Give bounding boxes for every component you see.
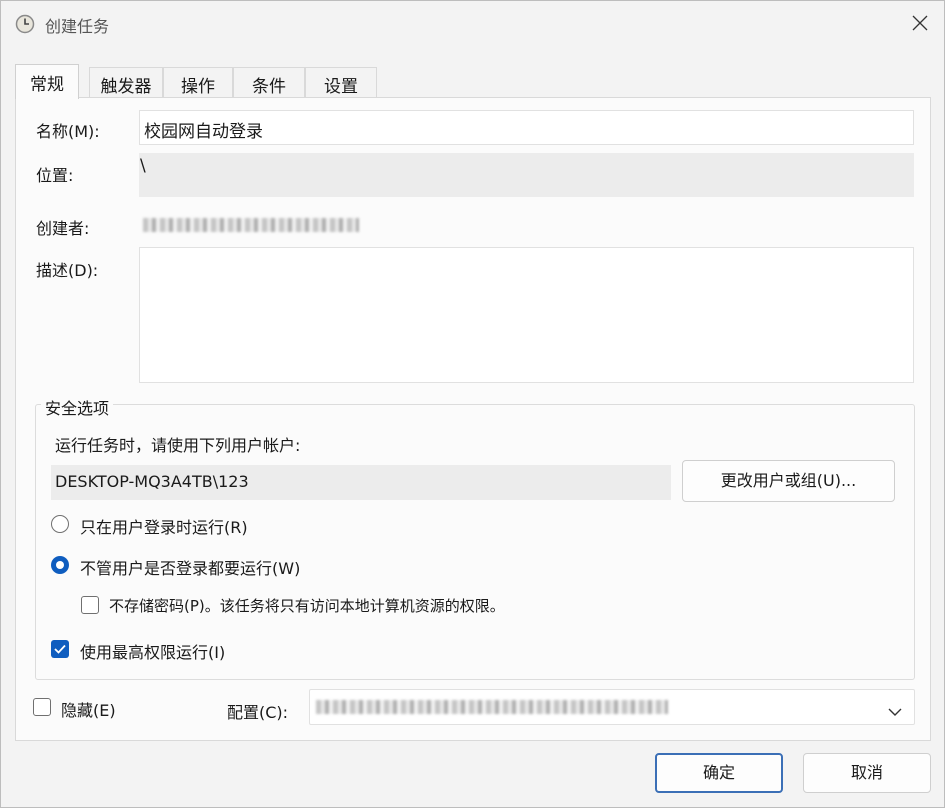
- author-label: 创建者:: [36, 219, 90, 238]
- location-field: \: [139, 153, 914, 197]
- chevron-down-icon: [888, 702, 902, 721]
- checkmark-icon: [54, 644, 66, 654]
- configure-value-redacted: [316, 700, 668, 714]
- title-bar[interactable]: 创建任务: [1, 1, 944, 47]
- clock-icon: [15, 14, 35, 34]
- radio-run-logged-on-only-label[interactable]: 只在用户登录时运行(R): [80, 514, 248, 538]
- checkbox-highest-privileges-label[interactable]: 使用最高权限运行(I): [80, 639, 225, 663]
- radio-run-whether-logged-on-label[interactable]: 不管用户是否登录都要运行(W): [80, 555, 300, 579]
- tab-conditions[interactable]: 条件: [233, 67, 305, 98]
- ok-button[interactable]: 确定: [655, 753, 783, 793]
- account-value: DESKTOP-MQ3A4TB\123: [55, 472, 249, 491]
- tab-actions[interactable]: 操作: [163, 67, 233, 98]
- tab-triggers[interactable]: 触发器: [89, 67, 163, 98]
- checkbox-hidden[interactable]: [33, 698, 51, 716]
- checkbox-highest-privileges[interactable]: [51, 640, 69, 658]
- tab-general[interactable]: 常规: [15, 64, 79, 99]
- create-task-dialog: 创建任务 常规 触发器 操作 条件 设置 名称(M): 校园网自动登录 位置: …: [0, 0, 945, 808]
- checkbox-hidden-label[interactable]: 隐藏(E): [61, 697, 116, 721]
- cancel-button[interactable]: 取消: [803, 753, 931, 793]
- tab-strip: 常规 触发器 操作 条件 设置: [15, 64, 377, 99]
- configure-label: 配置(C):: [227, 703, 289, 722]
- close-icon: [912, 15, 928, 31]
- tab-settings[interactable]: 设置: [305, 67, 377, 98]
- radio-run-logged-on-only[interactable]: [51, 515, 69, 533]
- checkbox-do-not-store-password[interactable]: [81, 596, 99, 614]
- name-label: 名称(M):: [36, 122, 100, 141]
- description-label: 描述(D):: [36, 261, 99, 280]
- run-as-prompt: 运行任务时，请使用下列用户帐户:: [55, 436, 301, 455]
- author-value-redacted: [143, 218, 359, 232]
- account-field: DESKTOP-MQ3A4TB\123: [51, 465, 671, 500]
- location-value: \: [140, 156, 146, 176]
- location-label: 位置:: [36, 166, 74, 185]
- security-options-title: 安全选项: [41, 395, 114, 419]
- checkbox-do-not-store-password-label[interactable]: 不存储密码(P)。该任务将只有访问本地计算机资源的权限。: [109, 595, 505, 616]
- configure-dropdown[interactable]: [309, 689, 915, 725]
- radio-run-whether-logged-on[interactable]: [51, 556, 69, 574]
- name-input[interactable]: 校园网自动登录: [139, 110, 914, 145]
- description-textarea[interactable]: [139, 247, 914, 383]
- change-user-button[interactable]: 更改用户或组(U)...: [682, 460, 895, 502]
- window-title: 创建任务: [45, 17, 110, 36]
- close-button[interactable]: [897, 1, 943, 47]
